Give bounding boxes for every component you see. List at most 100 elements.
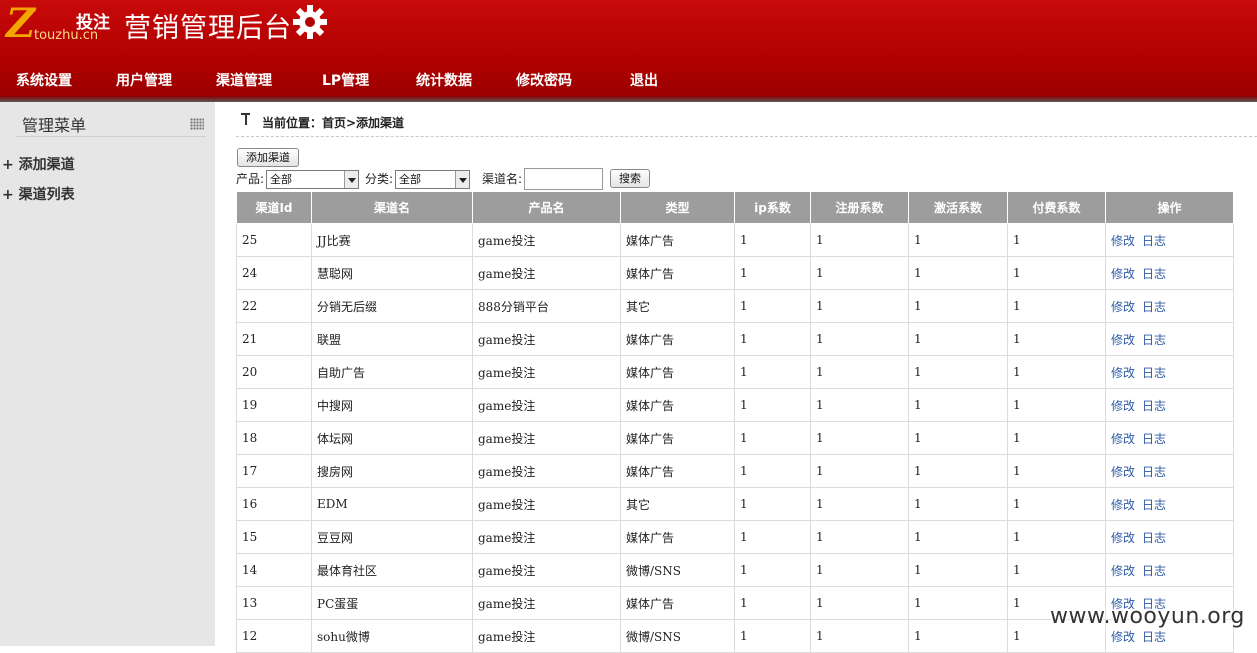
nav-lp-management[interactable]: LP管理 (322, 70, 369, 90)
cell-channel-id: 18 (236, 421, 312, 455)
product-filter-label: 产品: (236, 172, 265, 186)
cell-actions: 修改 日志 (1105, 322, 1234, 356)
category-select-value: 全部 (399, 173, 421, 186)
site-logo[interactable]: Z 投注 touzhu.cn (6, 4, 122, 44)
cell-product-name: game投注 (472, 487, 621, 521)
edit-link[interactable]: 修改 (1111, 432, 1135, 446)
sidebar-item-add-channel[interactable]: + 添加渠道 (2, 154, 75, 174)
cell-channel-name: 慧聪网 (311, 256, 473, 290)
cell-register-coef: 1 (810, 223, 909, 257)
col-header-type[interactable]: 类型 (620, 191, 735, 224)
col-header-actions: 操作 (1105, 191, 1234, 224)
cell-channel-id: 19 (236, 388, 312, 422)
cell-type: 媒体广告 (620, 421, 735, 455)
cell-channel-name: 分销无后缀 (311, 289, 473, 323)
cell-activate-coef: 1 (908, 289, 1008, 323)
log-link[interactable]: 日志 (1142, 432, 1166, 446)
edit-link[interactable]: 修改 (1111, 234, 1135, 248)
edit-link[interactable]: 修改 (1111, 267, 1135, 281)
search-button[interactable]: 搜索 (610, 169, 650, 188)
cell-register-coef: 1 (810, 256, 909, 290)
cell-pay-coef: 1 (1007, 454, 1106, 488)
logo-mark: Z (6, 0, 36, 47)
cell-ip-coef: 1 (734, 487, 811, 521)
cell-activate-coef: 1 (908, 421, 1008, 455)
cell-activate-coef: 1 (908, 256, 1008, 290)
col-header-ip-coef[interactable]: ip系数 (734, 191, 811, 224)
cell-type: 媒体广告 (620, 388, 735, 422)
edit-link[interactable]: 修改 (1111, 531, 1135, 545)
chevron-down-icon (344, 171, 358, 188)
log-link[interactable]: 日志 (1142, 498, 1166, 512)
edit-link[interactable]: 修改 (1111, 465, 1135, 479)
cell-actions: 修改 日志 (1105, 421, 1234, 455)
log-link[interactable]: 日志 (1142, 234, 1166, 248)
col-header-channel-id[interactable]: 渠道Id (236, 191, 312, 224)
edit-link[interactable]: 修改 (1111, 333, 1135, 347)
col-header-channel-name[interactable]: 渠道名 (311, 191, 473, 224)
edit-link[interactable]: 修改 (1111, 399, 1135, 413)
cell-ip-coef: 1 (734, 520, 811, 554)
cell-type: 微博/SNS (620, 553, 735, 587)
cell-ip-coef: 1 (734, 619, 811, 653)
add-channel-button[interactable]: 添加渠道 (237, 148, 299, 167)
cell-channel-id: 25 (236, 223, 312, 257)
cell-ip-coef: 1 (734, 421, 811, 455)
cell-product-name: game投注 (472, 355, 621, 389)
log-link[interactable]: 日志 (1142, 300, 1166, 314)
cell-product-name: game投注 (472, 520, 621, 554)
table-row: 17 搜房网 game投注 媒体广告 1 1 1 1 修改 日志 (236, 454, 1234, 488)
log-link[interactable]: 日志 (1142, 333, 1166, 347)
cell-actions: 修改 日志 (1105, 223, 1234, 257)
col-header-register-coef[interactable]: 注册系数 (810, 191, 909, 224)
cell-actions: 修改 日志 (1105, 553, 1234, 587)
cell-channel-id: 17 (236, 454, 312, 488)
channel-name-input[interactable] (524, 168, 603, 190)
cell-channel-id: 20 (236, 355, 312, 389)
table-row: 18 体坛网 game投注 媒体广告 1 1 1 1 修改 日志 (236, 421, 1234, 455)
cell-pay-coef: 1 (1007, 388, 1106, 422)
edit-link[interactable]: 修改 (1111, 366, 1135, 380)
cell-channel-id: 22 (236, 289, 312, 323)
log-link[interactable]: 日志 (1142, 564, 1166, 578)
sidebar-item-channel-list[interactable]: + 渠道列表 (2, 184, 75, 204)
cell-pay-coef: 1 (1007, 256, 1106, 290)
edit-link[interactable]: 修改 (1111, 498, 1135, 512)
category-select[interactable]: 全部 (395, 170, 470, 189)
log-link[interactable]: 日志 (1142, 366, 1166, 380)
cell-channel-name: 搜房网 (311, 454, 473, 488)
cell-channel-name: 联盟 (311, 322, 473, 356)
category-filter-label: 分类: (365, 172, 394, 186)
log-link[interactable]: 日志 (1142, 531, 1166, 545)
cell-channel-name: 豆豆网 (311, 520, 473, 554)
product-select[interactable]: 全部 (266, 170, 359, 189)
col-header-pay-coef[interactable]: 付费系数 (1007, 191, 1106, 224)
nav-system-settings[interactable]: 系统设置 (16, 70, 72, 90)
log-link[interactable]: 日志 (1142, 465, 1166, 479)
chevron-down-icon (455, 171, 469, 188)
edit-link[interactable]: 修改 (1111, 300, 1135, 314)
cell-activate-coef: 1 (908, 586, 1008, 620)
cell-activate-coef: 1 (908, 355, 1008, 389)
log-link[interactable]: 日志 (1142, 267, 1166, 281)
table-row: 14 最体育社区 game投注 微博/SNS 1 1 1 1 修改 日志 (236, 553, 1234, 587)
cell-register-coef: 1 (810, 553, 909, 587)
nav-user-management[interactable]: 用户管理 (116, 70, 172, 90)
log-link[interactable]: 日志 (1142, 630, 1166, 644)
grip-dots-icon[interactable] (190, 118, 204, 130)
edit-link[interactable]: 修改 (1111, 564, 1135, 578)
nav-statistics[interactable]: 统计数据 (416, 70, 472, 90)
nav-change-password[interactable]: 修改密码 (516, 70, 572, 90)
nav-channel-management[interactable]: 渠道管理 (216, 70, 272, 90)
cell-channel-name: EDM (311, 487, 473, 521)
cell-channel-name: 中搜网 (311, 388, 473, 422)
col-header-product-name[interactable]: 产品名 (472, 191, 621, 224)
col-header-activate-coef[interactable]: 激活系数 (908, 191, 1008, 224)
product-select-value: 全部 (270, 173, 292, 186)
edit-link[interactable]: 修改 (1111, 630, 1135, 644)
cell-register-coef: 1 (810, 520, 909, 554)
cell-type: 媒体广告 (620, 355, 735, 389)
nav-logout[interactable]: 退出 (630, 70, 658, 90)
cell-channel-name: 自助广告 (311, 355, 473, 389)
log-link[interactable]: 日志 (1142, 399, 1166, 413)
